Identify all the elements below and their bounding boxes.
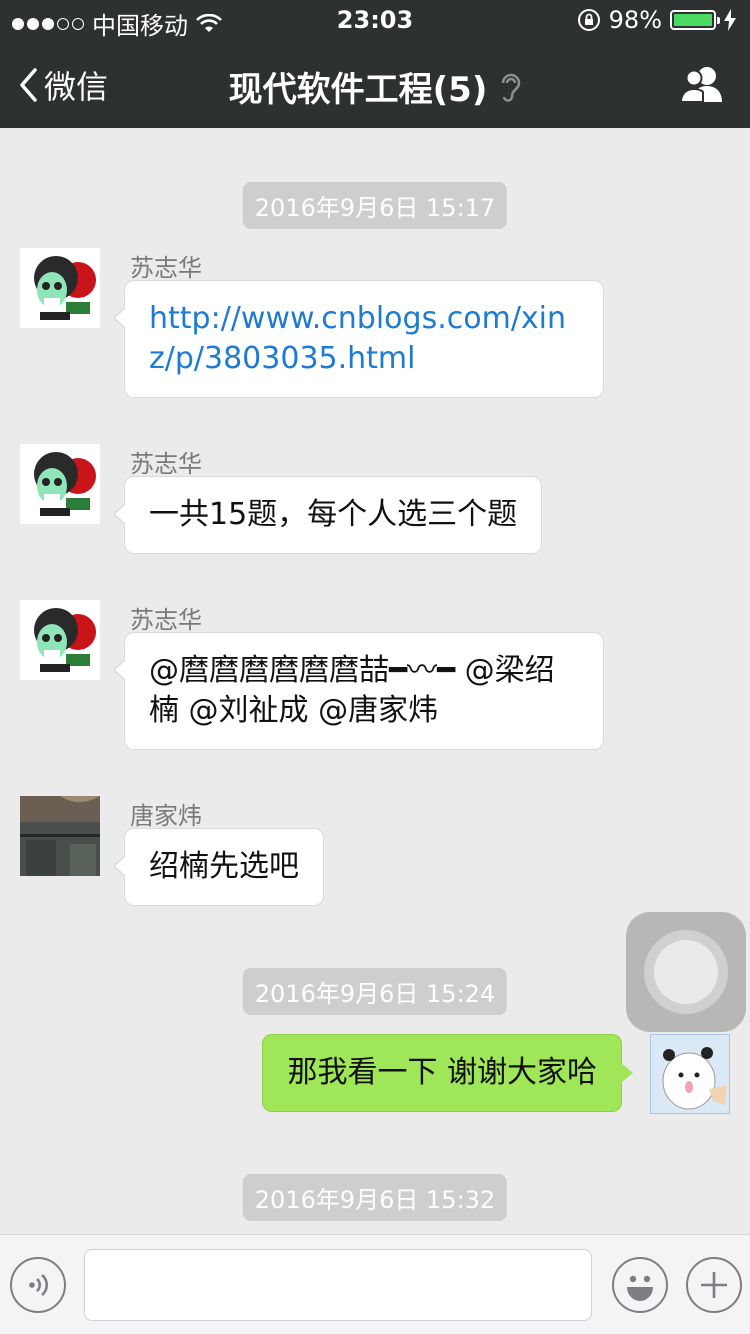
message-bubble[interactable]: http://www.cnblogs.com/xinz/p/3803035.ht…	[113, 280, 604, 398]
avatar-skull-image	[20, 600, 100, 680]
message-text: @麿麿麿麿麿麿喆━〰━ @梁绍楠 @刘祉成 @唐家炜	[149, 653, 555, 728]
avatar-bear-sticker-image	[651, 1035, 729, 1113]
nav-bar: 微信 现代软件工程(5)	[0, 40, 750, 128]
message-bubble[interactable]: 一共15题，每个人选三个题	[112, 476, 543, 554]
message-bubble[interactable]: 绍楠先选吧	[113, 828, 324, 906]
message-link[interactable]: http://www.cnblogs.com/xinz/p/3803035.ht…	[149, 301, 566, 376]
input-bar	[0, 1234, 750, 1334]
battery-percent: 98%	[608, 6, 662, 34]
group-members-icon	[679, 67, 722, 103]
sender-name: 苏志华	[130, 606, 202, 634]
avatar-skull-image	[20, 248, 100, 328]
earpiece-mode-icon	[502, 73, 521, 102]
voice-input-button[interactable]	[10, 1257, 66, 1313]
battery-icon	[670, 10, 720, 30]
rotation-lock-icon	[577, 9, 600, 31]
avatar-photo-image	[20, 796, 100, 876]
plus-icon	[701, 1272, 727, 1298]
charging-icon	[724, 9, 736, 31]
avatar[interactable]	[20, 248, 100, 328]
group-members-button[interactable]	[679, 64, 726, 108]
timestamp: 2016年9月6日 15:32	[242, 1174, 508, 1221]
avatar[interactable]	[20, 796, 100, 876]
voice-icon	[29, 1274, 48, 1296]
assistive-touch-button[interactable]	[626, 912, 746, 1032]
sender-name: 唐家炜	[130, 802, 202, 830]
message-text: 那我看一下 谢谢大家哈	[287, 1055, 597, 1090]
message-bubble[interactable]: @麿麿麿麿麿麿喆━〰━ @梁绍楠 @刘祉成 @唐家炜	[113, 632, 604, 750]
more-options-button[interactable]	[686, 1257, 742, 1313]
status-bar: 中国移动 23:03 98%	[0, 0, 750, 40]
timestamp: 2016年9月6日 15:24	[242, 968, 508, 1015]
avatar[interactable]	[20, 444, 100, 524]
avatar[interactable]	[20, 600, 100, 680]
my-message-bubble[interactable]: 那我看一下 谢谢大家哈	[262, 1034, 633, 1112]
smiley-icon	[627, 1275, 653, 1301]
chat-area[interactable]: 2016年9月6日 15:17 苏志华 http://www.cnblogs.c…	[0, 128, 750, 1234]
my-avatar[interactable]	[650, 1034, 730, 1114]
sender-name: 苏志华	[130, 450, 202, 478]
message-text: 一共15题，每个人选三个题	[149, 497, 518, 532]
chat-title: 现代软件工程(5)	[228, 70, 488, 110]
timestamp: 2016年9月6日 15:17	[242, 182, 508, 229]
emoji-button[interactable]	[612, 1257, 668, 1313]
sender-name: 苏志华	[130, 254, 202, 282]
message-input[interactable]	[84, 1249, 592, 1321]
message-text: 绍楠先选吧	[149, 849, 299, 884]
avatar-skull-image	[20, 444, 100, 524]
